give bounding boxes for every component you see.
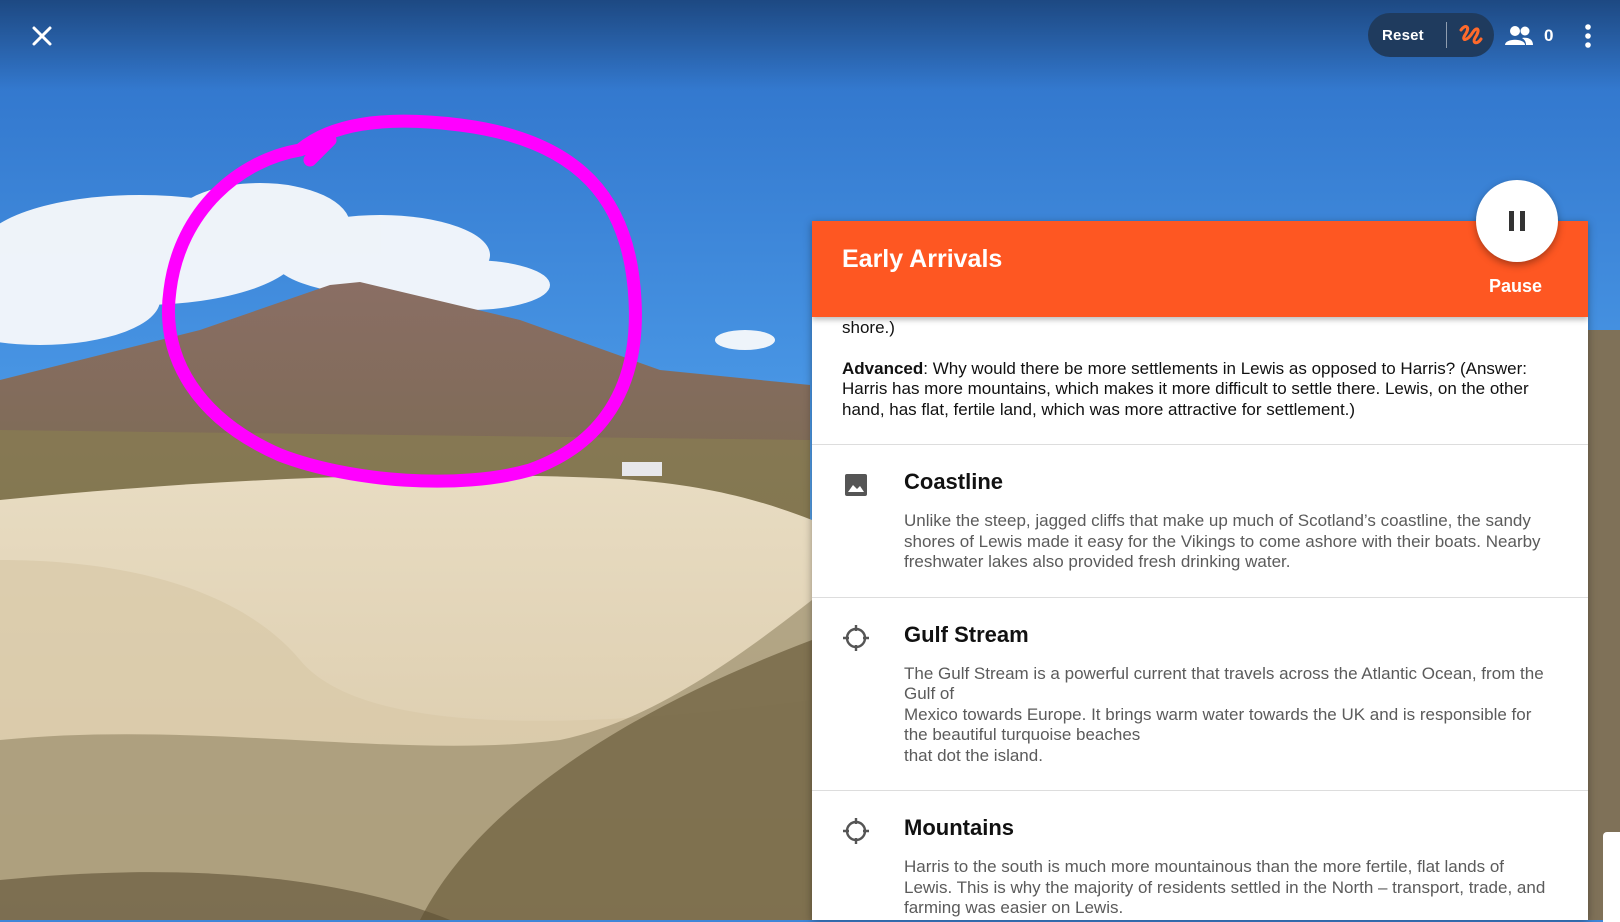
annotate-button[interactable]: [1447, 13, 1494, 57]
scribble-icon: [1459, 25, 1483, 45]
list-item-coastline[interactable]: Coastline Unlike the steep, jagged cliff…: [812, 445, 1588, 598]
advanced-question: Advanced: Why would there be more settle…: [842, 359, 1548, 421]
item-text-line: Harris to the south is much more mountai…: [904, 857, 1546, 917]
intro-line: shore.): [842, 318, 895, 337]
item-title: Gulf Stream: [904, 621, 1029, 647]
more-vert-icon: [1585, 24, 1591, 48]
item-text-line: The Gulf Stream is a powerful current th…: [904, 663, 1544, 704]
list-item-gulf-stream[interactable]: Gulf Stream The Gulf Stream is a powerfu…: [812, 598, 1588, 791]
item-description: Unlike the steep, jagged cliffs that mak…: [904, 511, 1548, 573]
item-title: Coastline: [904, 469, 1004, 494]
advanced-label: Advanced: [842, 358, 924, 378]
crosshair-icon: [842, 624, 870, 652]
edge-element: [1603, 832, 1620, 922]
item-description: The Gulf Stream is a powerful current th…: [904, 664, 1548, 767]
item-text-line: that dot the island.: [904, 745, 1043, 765]
item-title: Mountains: [904, 815, 1014, 840]
participants-count: 0: [1544, 26, 1554, 45]
close-icon: [32, 26, 52, 46]
pause-icon: [1509, 211, 1525, 231]
reset-button[interactable]: Reset: [1368, 27, 1446, 44]
info-panel: Early Arrivals Pause shore.) Advanced: W…: [812, 221, 1588, 920]
advanced-text: : Why would there be more settlements in…: [842, 358, 1529, 419]
participants-button[interactable]: 0: [1504, 20, 1553, 52]
crosshair-icon: [842, 817, 870, 845]
pause-button[interactable]: [1476, 180, 1558, 262]
item-text-line: Unlike the steep, jagged cliffs that mak…: [904, 511, 1541, 571]
tour-controls: Reset: [1368, 13, 1494, 57]
panel-header: Early Arrivals Pause: [812, 221, 1588, 317]
image-icon: [842, 471, 870, 499]
pause-label: Pause: [1488, 276, 1542, 296]
people-icon: [1505, 26, 1533, 45]
more-options-button[interactable]: [1576, 20, 1600, 52]
item-text-line: Mexico towards Europe. It brings warm wa…: [904, 704, 1532, 745]
panel-title: Early Arrivals: [842, 245, 1003, 273]
item-description: Harris to the south is much more mountai…: [904, 857, 1548, 919]
list-item-mountains[interactable]: Mountains Harris to the south is much mo…: [812, 791, 1588, 920]
panel-content[interactable]: shore.) Advanced: Why would there be mor…: [812, 317, 1588, 920]
intro-text: shore.) Advanced: Why would there be mor…: [812, 318, 1588, 445]
close-button[interactable]: [26, 20, 58, 52]
